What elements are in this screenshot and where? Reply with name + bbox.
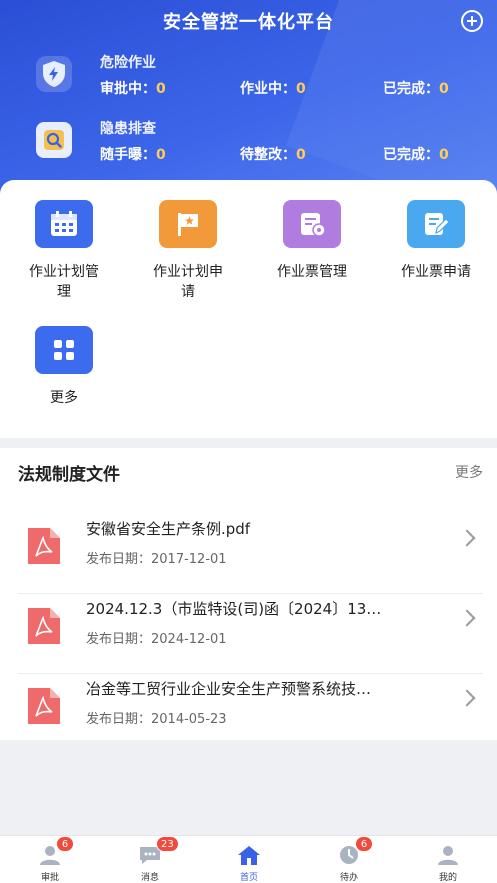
calendar-icon	[35, 200, 93, 248]
regulations-more-link[interactable]: 更多	[455, 462, 483, 482]
tab-label: 我的	[438, 873, 457, 883]
regulations-section: 法规制度文件 更多 安徽省安全生产条例.pdf 发布日期：2017-12-01 …	[0, 448, 497, 740]
document-item[interactable]: 冶金等工贸行业企业安全生产预警系统技… 发布日期：2014-05-23	[0, 674, 497, 754]
document-title: 安徽省安全生产条例.pdf	[86, 520, 251, 538]
dangerous-work-section[interactable]: 危险作业 审批中：0 作业中：0 已完成：0	[0, 48, 497, 104]
ticket-settings-icon	[283, 200, 341, 248]
tab-home[interactable]: 首页	[199, 836, 299, 883]
stat-working[interactable]: 作业中：0	[240, 78, 306, 98]
flag-icon	[159, 200, 217, 248]
menu-label: 作业计划申请	[153, 264, 223, 300]
badge: 6	[355, 836, 373, 852]
hazard-check-section[interactable]: 隐患排查 随手曝：0 待整改：0 已完成：0	[0, 114, 497, 170]
chevron-right-icon	[458, 689, 476, 707]
quick-menu: 作业计划管理 作业计划申请 作业票管理 作业票申请 更多	[0, 180, 497, 438]
tab-profile[interactable]: 我的	[398, 836, 497, 883]
menu-work-plan-apply[interactable]: 作业计划申请	[126, 200, 250, 302]
document-date: 发布日期：2014-05-23	[86, 712, 227, 727]
document-date: 发布日期：2024-12-01	[86, 632, 227, 647]
header-banner: 安全管控一体化平台 危险作业 审批中：0 作业中：0 已完成：0 隐患排查 随手…	[0, 0, 497, 200]
stat-pending-fix[interactable]: 待整改：0	[240, 144, 306, 164]
app-title: 安全管控一体化平台	[163, 12, 334, 33]
menu-work-ticket-management[interactable]: 作业票管理	[250, 200, 374, 282]
pdf-icon	[28, 688, 60, 724]
tab-label: 首页	[239, 873, 258, 883]
edit-document-icon	[407, 200, 465, 248]
menu-label: 作业计划管理	[29, 264, 99, 300]
document-title: 冶金等工贸行业企业安全生产预警系统技…	[86, 680, 372, 698]
document-item[interactable]: 2024.12.3（市监特设(司)函〔2024〕13… 发布日期：2024-12…	[0, 594, 497, 674]
menu-work-plan-management[interactable]: 作业计划管理	[2, 200, 126, 302]
stat-casual-report[interactable]: 随手曝：0	[100, 144, 166, 164]
stat-completed[interactable]: 已完成：0	[383, 78, 449, 98]
hazard-check-label: 隐患排查	[100, 121, 156, 137]
shield-bolt-icon	[36, 56, 72, 92]
plus-circle-icon[interactable]	[461, 10, 483, 32]
badge: 23	[156, 836, 179, 852]
menu-more[interactable]: 更多	[2, 326, 126, 408]
home-icon	[238, 846, 260, 865]
menu-work-ticket-apply[interactable]: 作业票申请	[374, 200, 497, 282]
tab-label: 待办	[339, 873, 358, 883]
badge: 6	[56, 836, 74, 852]
stat-hazard-completed[interactable]: 已完成：0	[383, 144, 449, 164]
dangerous-work-label: 危险作业	[100, 55, 156, 71]
bottom-tabbar: 6 审批 23 消息 首页 6 待办 我的	[0, 835, 497, 883]
regulations-title: 法规制度文件	[18, 465, 120, 485]
menu-label: 作业票申请	[401, 264, 471, 280]
chevron-right-icon	[458, 529, 476, 547]
grid-icon	[35, 326, 93, 374]
profile-icon	[438, 846, 458, 865]
pdf-icon	[28, 608, 60, 644]
pdf-icon	[28, 528, 60, 564]
document-date: 发布日期：2017-12-01	[86, 552, 227, 567]
chevron-right-icon	[458, 609, 476, 627]
document-title: 2024.12.3（市监特设(司)函〔2024〕13…	[86, 600, 382, 618]
tab-approval[interactable]: 6 审批	[0, 836, 100, 883]
menu-label: 作业票管理	[277, 264, 347, 280]
search-icon	[36, 122, 72, 158]
tab-label: 消息	[140, 873, 159, 883]
tab-messages[interactable]: 23 消息	[100, 836, 200, 883]
document-item[interactable]: 安徽省安全生产条例.pdf 发布日期：2017-12-01	[0, 514, 497, 594]
tab-label: 审批	[40, 873, 59, 883]
tab-todo[interactable]: 6 待办	[299, 836, 399, 883]
stat-approving[interactable]: 审批中：0	[100, 78, 166, 98]
menu-label: 更多	[50, 390, 78, 406]
